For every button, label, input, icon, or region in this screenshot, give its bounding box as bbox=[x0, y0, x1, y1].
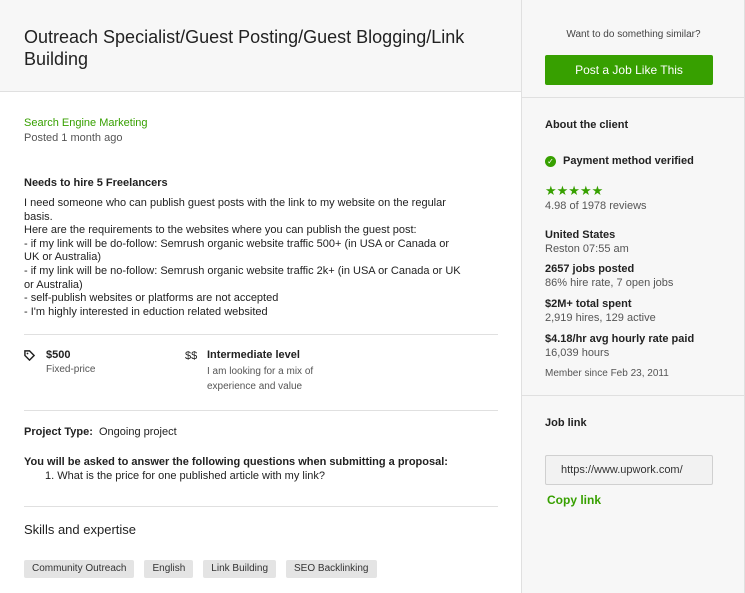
price-amount: $500 bbox=[46, 349, 71, 361]
about-client-title: About the client bbox=[545, 119, 629, 131]
description-line: Here are the requirements to the website… bbox=[24, 224, 417, 237]
hire-rate: 86% hire rate, 7 open jobs bbox=[545, 277, 674, 289]
project-type-label: Project Type: bbox=[24, 426, 93, 438]
payment-verified-label: Payment method verified bbox=[563, 155, 694, 167]
project-type-value: Ongoing project bbox=[99, 426, 177, 438]
client-spent: $2M+ total spent 2,919 hires, 129 active bbox=[545, 297, 656, 325]
posted-time: Posted 1 month ago bbox=[24, 132, 123, 144]
skill-tag[interactable]: English bbox=[144, 560, 194, 578]
price-type: Fixed-price bbox=[46, 364, 96, 375]
client-country: United States bbox=[545, 229, 616, 241]
description-line: - self-publish websites or platforms are… bbox=[24, 292, 279, 305]
project-type: Project Type: Ongoing project bbox=[24, 426, 177, 438]
check-circle-icon: ✓ bbox=[545, 155, 556, 167]
job-title: Outreach Specialist/Guest Posting/Guest … bbox=[24, 27, 465, 69]
question-item: 1. What is the price for one published a… bbox=[45, 470, 326, 482]
dollar-level-icon: $$ bbox=[185, 350, 198, 362]
experience-level-description: I am looking for a mix of experience and… bbox=[207, 366, 314, 392]
hires-count: 2,919 hires, 129 active bbox=[545, 312, 656, 324]
description-line: basis. bbox=[24, 210, 53, 223]
payment-verified: ✓ Payment method verified bbox=[545, 155, 694, 167]
job-link-field[interactable]: https://www.upwork.com/ bbox=[545, 455, 713, 485]
jobs-posted: 2657 jobs posted bbox=[545, 263, 635, 275]
divider bbox=[24, 410, 498, 411]
member-since: Member since Feb 23, 2011 bbox=[545, 368, 669, 379]
about-client-section: About the client ✓ Payment method verifi… bbox=[522, 98, 745, 396]
post-similar-section: Want to do something similar? Post a Job… bbox=[522, 0, 745, 98]
client-hourly: $4.18/hr avg hourly rate paid 16,039 hou… bbox=[545, 332, 694, 360]
client-sidebar: Want to do something similar? Post a Job… bbox=[521, 0, 745, 593]
description-line: - if my link will be no-follow: Semrush … bbox=[24, 264, 461, 277]
reviews-count: 4.98 of 1978 reviews bbox=[545, 200, 647, 212]
job-link-title: Job link bbox=[545, 417, 587, 429]
client-city-time: Reston 07:55 am bbox=[545, 243, 629, 255]
skill-tag[interactable]: Link Building bbox=[203, 560, 277, 578]
tag-icon bbox=[24, 350, 36, 364]
skills-title: Skills and expertise bbox=[24, 522, 136, 537]
skill-tag[interactable]: SEO Backlinking bbox=[286, 560, 377, 578]
description-line: UK or Australia) bbox=[24, 251, 102, 264]
hours-count: 16,039 hours bbox=[545, 347, 610, 359]
description-line: or Australia) bbox=[24, 278, 83, 291]
job-category-link[interactable]: Search Engine Marketing bbox=[24, 117, 148, 129]
total-spent: $2M+ total spent bbox=[545, 298, 632, 310]
rating-stars-icon: ★★★★★ bbox=[545, 183, 604, 198]
description-line: I need someone who can publish guest pos… bbox=[24, 197, 446, 209]
similar-prompt: Want to do something similar? bbox=[566, 29, 701, 40]
divider bbox=[24, 334, 498, 335]
skills-list: Community Outreach English Link Building… bbox=[24, 560, 377, 578]
client-jobs: 2657 jobs posted 86% hire rate, 7 open j… bbox=[545, 262, 673, 290]
job-link-section: Job link https://www.upwork.com/ Copy li… bbox=[522, 396, 745, 593]
skill-tag[interactable]: Community Outreach bbox=[24, 560, 135, 578]
post-job-button[interactable]: Post a Job Like This bbox=[545, 55, 713, 85]
experience-level-title: Intermediate level bbox=[207, 349, 300, 361]
description-line: - if my link will be do-follow: Semrush … bbox=[24, 237, 450, 250]
job-header: Outreach Specialist/Guest Posting/Guest … bbox=[0, 0, 521, 92]
divider bbox=[24, 506, 498, 507]
job-description: I need someone who can publish guest pos… bbox=[24, 197, 504, 319]
client-location: United States Reston 07:55 am bbox=[545, 228, 629, 256]
description-line: - I'm highly interested in eduction rela… bbox=[24, 305, 268, 318]
hire-count-title: Needs to hire 5 Freelancers bbox=[24, 177, 168, 189]
avg-hourly-rate: $4.18/hr avg hourly rate paid bbox=[545, 333, 695, 345]
copy-link-button[interactable]: Copy link bbox=[547, 493, 601, 507]
job-details-page: Outreach Specialist/Guest Posting/Guest … bbox=[0, 0, 745, 593]
questions-title: You will be asked to answer the followin… bbox=[24, 456, 448, 468]
